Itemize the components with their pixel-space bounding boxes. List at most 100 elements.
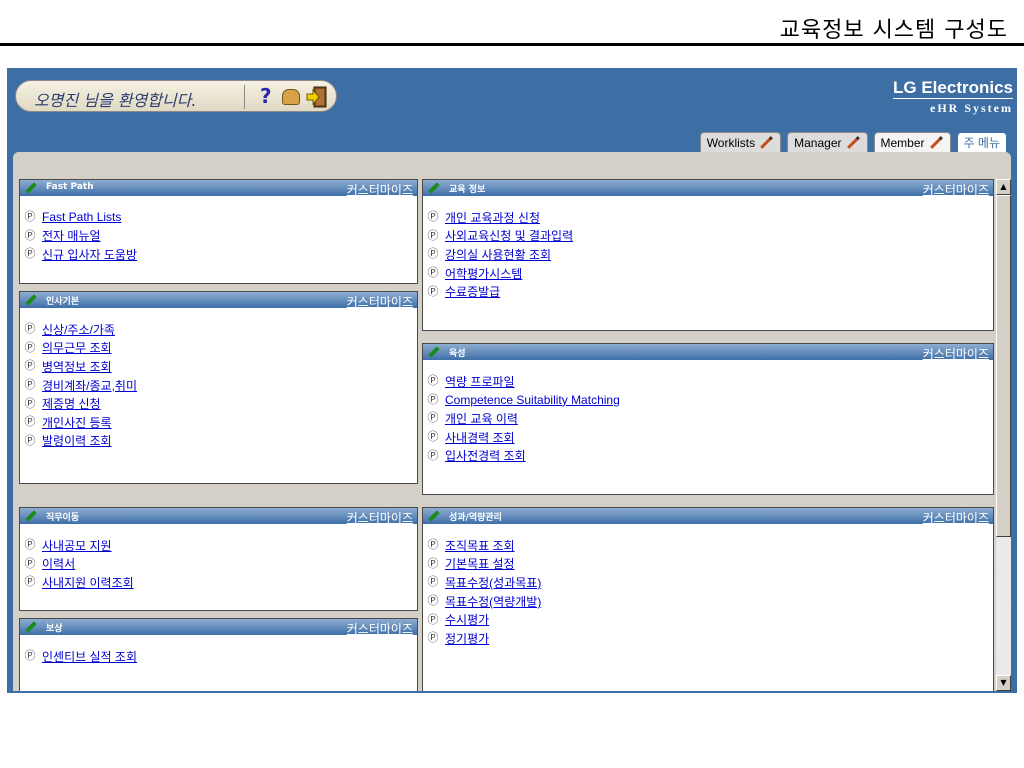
pencil-icon: [428, 510, 440, 522]
customize-link[interactable]: 커스터마이즈: [923, 181, 989, 198]
menu-link[interactable]: 수료증발급: [445, 283, 500, 300]
portlet-personal-basic: 인사기본 커스터마이즈 Ⓟ 신상/주소/가족 Ⓟ 의무근무 조회 Ⓟ 병역정보 조회 Ⓟ 경비계좌…: [19, 291, 418, 484]
menu-link[interactable]: 기본목표 설정: [445, 555, 515, 572]
menu-link[interactable]: 신규 입사자 도움방: [42, 246, 137, 263]
menu-link[interactable]: 사내경력 조회: [445, 429, 515, 446]
menu-item: Ⓟ 개인 교육과정 신청: [427, 208, 993, 227]
slide-title: 교육정보 시스템 구성도: [779, 18, 1008, 43]
menu-link[interactable]: 의무근무 조회: [42, 339, 112, 356]
customize-link[interactable]: 커스터마이즈: [347, 620, 413, 637]
portlet-header: 직무이동 커스터마이즈: [20, 508, 417, 526]
portlet-reward: 보상 커스터마이즈 Ⓟ 인센티브 실적 조회: [19, 618, 418, 691]
greeting-divider: [244, 85, 245, 109]
document-icon: Ⓟ: [24, 556, 36, 570]
user-icon[interactable]: [282, 89, 300, 105]
portlet-development: 육성 커스터마이즈 Ⓟ 역량 프로파일 Ⓟ Competence Suitability …: [422, 343, 994, 495]
menu-item: Ⓟ 사내지원 이력조회: [24, 573, 417, 592]
menu-link[interactable]: Fast Path Lists: [42, 210, 121, 224]
customize-link[interactable]: 커스터마이즈: [347, 509, 413, 526]
vertical-scrollbar[interactable]: ▲ ▼: [996, 179, 1011, 691]
menu-link[interactable]: 역량 프로파일: [445, 373, 515, 390]
portlet-header: 보상 커스터마이즈: [20, 619, 417, 637]
menu-link[interactable]: 사내지원 이력조회: [42, 574, 134, 591]
tab-manager[interactable]: Manager: [787, 132, 868, 152]
title-divider: [0, 43, 1024, 46]
tab-member[interactable]: Member: [873, 132, 951, 152]
menu-link[interactable]: 개인 교육과정 신청: [445, 209, 540, 226]
document-icon: Ⓟ: [427, 392, 439, 406]
pencil-icon: [25, 510, 37, 522]
pencil-icon: [428, 346, 440, 358]
menu-link[interactable]: 입사전경력 조회: [445, 447, 526, 464]
scrollbar-thumb[interactable]: [996, 195, 1011, 537]
menu-link[interactable]: 병역정보 조회: [42, 358, 112, 375]
menu-item: Ⓟ 강의실 사용현황 조회: [427, 245, 993, 264]
menu-link[interactable]: 조직목표 조회: [445, 537, 515, 554]
menu-item: Ⓟ 어학평가시스템: [427, 264, 993, 283]
greeting-text: 오명진 님을 환영합니다.: [34, 91, 197, 110]
menu-link[interactable]: 목표수정(역량개발): [445, 593, 541, 610]
menu-item: Ⓟ 정기평가: [427, 629, 993, 648]
tab-worklists[interactable]: Worklists: [699, 132, 782, 152]
document-icon: Ⓟ: [24, 340, 36, 354]
menu-item: Ⓟ 전자 매뉴얼: [24, 227, 417, 246]
portlet-body: Ⓟ 조직목표 조회 Ⓟ 기본목표 설정 Ⓟ 목표수정(성과목표) Ⓟ 목표수정(역량개발) Ⓟ 수…: [423, 524, 993, 648]
help-icon[interactable]: ?: [260, 84, 272, 108]
customize-link[interactable]: 커스터마이즈: [347, 293, 413, 310]
scroll-up-arrow-icon[interactable]: ▲: [996, 179, 1011, 195]
menu-link[interactable]: 전자 매뉴얼: [42, 227, 101, 244]
menu-link[interactable]: 이력서: [42, 555, 75, 572]
menu-item: Ⓟ 역량 프로파일: [427, 372, 993, 391]
menu-link[interactable]: 인센티브 실적 조회: [42, 648, 137, 665]
document-icon: Ⓟ: [24, 359, 36, 373]
document-icon: Ⓟ: [24, 396, 36, 410]
menu-link[interactable]: Competence Suitability Matching: [445, 393, 620, 407]
customize-link[interactable]: 커스터마이즈: [923, 345, 989, 362]
menu-link[interactable]: 신상/주소/가족: [42, 321, 115, 338]
menu-item: Ⓟ Fast Path Lists: [24, 208, 417, 227]
tab-label: Manager: [794, 135, 842, 150]
portlet-title: 직무이동: [46, 513, 80, 523]
menu-link[interactable]: 수시평가: [445, 611, 489, 628]
menu-link[interactable]: 강의실 사용현황 조회: [445, 246, 551, 263]
menu-link[interactable]: 개인사진 등록: [42, 414, 112, 431]
greeting-bar: 오명진 님을 환영합니다. ?: [15, 80, 337, 112]
scroll-down-arrow-icon[interactable]: ▼: [996, 675, 1011, 691]
tab-label: Worklists: [706, 135, 756, 150]
pencil-icon: [428, 182, 440, 194]
menu-link[interactable]: 제증명 신청: [42, 395, 101, 412]
document-icon: Ⓟ: [24, 228, 36, 242]
menu-link[interactable]: 사내공모 지원: [42, 537, 112, 554]
content-top-strip: [13, 152, 1011, 174]
menu-item: Ⓟ 경비계좌/종교,취미: [24, 376, 417, 395]
document-icon: Ⓟ: [427, 538, 439, 552]
customize-link[interactable]: 커스터마이즈: [923, 509, 989, 526]
document-icon: Ⓟ: [427, 430, 439, 444]
pencil-icon: [760, 136, 774, 149]
menu-link[interactable]: 개인 교육 이력: [445, 410, 518, 427]
menu-item: Ⓟ 제증명 신청: [24, 394, 417, 413]
tab-main-menu[interactable]: 주 메뉴: [956, 132, 1007, 152]
document-icon: Ⓟ: [427, 556, 439, 570]
menu-link[interactable]: 발령이력 조회: [42, 432, 112, 449]
customize-link[interactable]: 커스터마이즈: [347, 181, 413, 198]
menu-link[interactable]: 어학평가시스템: [445, 265, 522, 282]
menu-item: Ⓟ 입사전경력 조회: [427, 446, 993, 465]
menu-link[interactable]: 정기평가: [445, 630, 489, 647]
menu-item: Ⓟ Competence Suitability Matching: [427, 391, 993, 410]
portlet-title: 인사기본: [46, 297, 80, 307]
menu-item: Ⓟ 개인사진 등록: [24, 413, 417, 432]
document-icon: Ⓟ: [24, 415, 36, 429]
menu-link[interactable]: 목표수정(성과목표): [445, 574, 541, 591]
tab-label: 주 메뉴: [963, 136, 1000, 150]
document-icon: Ⓟ: [427, 284, 439, 298]
pencil-icon: [25, 294, 37, 306]
portal-content: Fast Path 커스터마이즈 Ⓟ Fast Path Lists Ⓟ 전자 매뉴얼 Ⓟ 신…: [13, 152, 1011, 691]
menu-item: Ⓟ 사내경력 조회: [427, 428, 993, 447]
menu-item: Ⓟ 조직목표 조회: [427, 536, 993, 555]
logout-icon[interactable]: [306, 85, 328, 109]
menu-link[interactable]: 경비계좌/종교,취미: [42, 377, 137, 394]
portlet-header: 교육 정보 커스터마이즈: [423, 180, 993, 198]
document-icon: Ⓟ: [427, 228, 439, 242]
menu-link[interactable]: 사외교육신청 및 결과입력: [445, 227, 573, 244]
